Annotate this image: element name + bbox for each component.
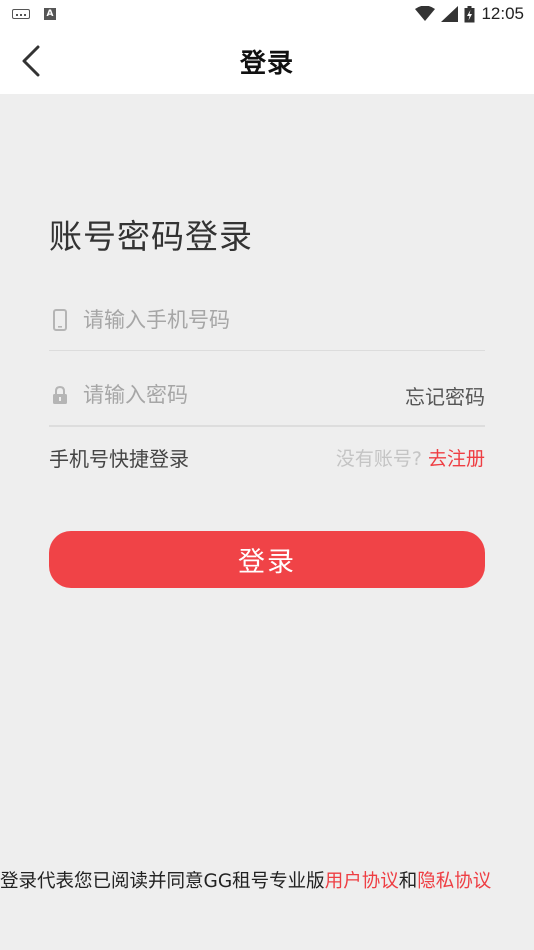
page-title: 登录 (239, 48, 294, 79)
user-agreement-link[interactable]: 用户协议 (325, 871, 399, 892)
quick-login-link[interactable]: 手机号快捷登录 (49, 443, 189, 472)
agreement-conjunction: 和 (398, 871, 418, 892)
no-account-label: 没有账号? (335, 447, 422, 470)
quick-login-row: 手机号快捷登录 没有账号? 去注册 (49, 439, 485, 475)
signal-icon (441, 6, 459, 22)
battery-icon (464, 5, 475, 22)
lock-icon (50, 384, 70, 406)
password-row: 忘记密码 (49, 365, 485, 427)
back-button[interactable] (14, 42, 48, 80)
privacy-policy-link[interactable]: 隐私协议 (417, 871, 491, 892)
phone-icon (50, 308, 70, 331)
register-wrap: 没有账号? 去注册 (336, 444, 485, 471)
login-button[interactable]: 登录 (49, 531, 485, 588)
phone-input[interactable] (83, 299, 485, 340)
status-right: 12:05 (415, 4, 524, 24)
keyboard-icon (12, 9, 30, 19)
status-left: A (12, 8, 56, 20)
forgot-password-link[interactable]: 忘记密码 (405, 381, 485, 410)
agreement-prefix: 登录代表您已阅读并同意GG租号专业版 (0, 871, 325, 892)
register-link[interactable]: 去注册 (428, 444, 485, 471)
status-time: 12:05 (481, 4, 524, 23)
password-input[interactable] (83, 375, 405, 415)
phone-row (49, 289, 485, 351)
agreement-text: 登录代表您已阅读并同意GG租号专业版用户协议和隐私协议 (0, 870, 534, 893)
status-bar: A 12:05 (0, 0, 534, 28)
header: 登录 (0, 28, 534, 94)
form-title: 账号密码登录 (49, 217, 253, 256)
wifi-icon (415, 6, 436, 21)
a-icon: A (44, 8, 56, 20)
back-arrow-icon (22, 45, 40, 77)
